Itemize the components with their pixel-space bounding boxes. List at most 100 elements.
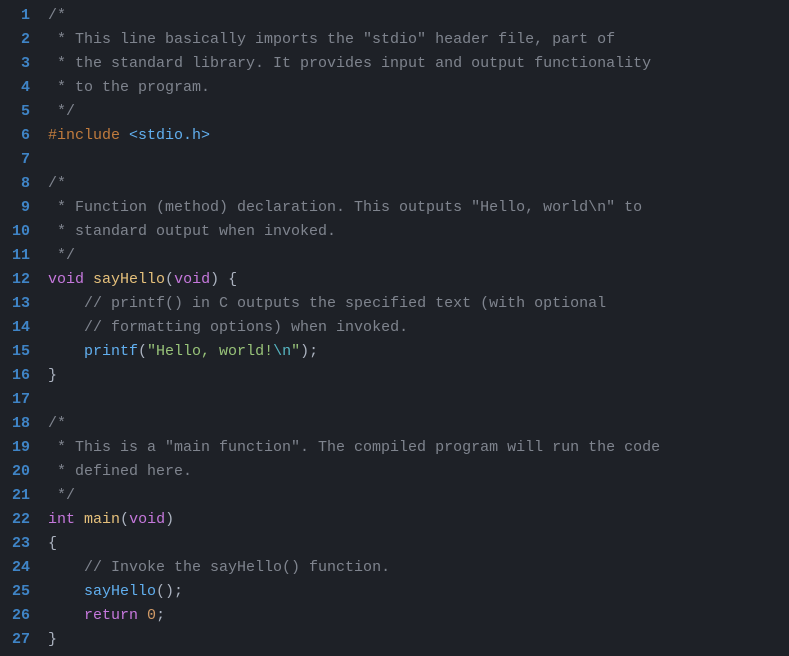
code-token: 0	[147, 607, 156, 624]
code-line[interactable]: // Invoke the sayHello() function.	[48, 556, 789, 580]
code-line[interactable]	[48, 388, 789, 412]
code-token: */	[48, 103, 75, 120]
line-number: 17	[0, 388, 40, 412]
code-area[interactable]: /* * This line basically imports the "st…	[40, 4, 789, 652]
line-number: 26	[0, 604, 40, 628]
code-line[interactable]	[48, 148, 789, 172]
code-line[interactable]: /*	[48, 4, 789, 28]
code-token: {	[48, 535, 57, 552]
code-token: */	[48, 487, 75, 504]
code-line[interactable]: * This line basically imports the "stdio…	[48, 28, 789, 52]
code-line[interactable]: * Function (method) declaration. This ou…	[48, 196, 789, 220]
line-number: 12	[0, 268, 40, 292]
line-number: 7	[0, 148, 40, 172]
code-token: main	[84, 511, 120, 528]
line-number: 13	[0, 292, 40, 316]
code-token: return	[84, 607, 138, 624]
code-token: ();	[156, 583, 183, 600]
code-token: // Invoke the sayHello() function.	[84, 559, 390, 576]
line-number: 14	[0, 316, 40, 340]
code-token	[48, 295, 84, 312]
code-token: }	[48, 367, 57, 384]
line-number: 3	[0, 52, 40, 76]
code-line[interactable]: */	[48, 244, 789, 268]
line-number: 1	[0, 4, 40, 28]
code-token: }	[48, 631, 57, 648]
line-number: 11	[0, 244, 40, 268]
line-number: 22	[0, 508, 40, 532]
line-number: 16	[0, 364, 40, 388]
code-token: * This is a "main function". The compile…	[48, 439, 660, 456]
code-token	[48, 559, 84, 576]
code-token	[48, 607, 84, 624]
code-line[interactable]: /*	[48, 412, 789, 436]
code-line[interactable]: * to the program.	[48, 76, 789, 100]
code-token: #include	[48, 127, 120, 144]
code-token: /*	[48, 415, 66, 432]
code-token: * the standard library. It provides inpu…	[48, 55, 651, 72]
line-number-gutter: 1234567891011121314151617181920212223242…	[0, 4, 40, 652]
line-number: 24	[0, 556, 40, 580]
code-token: // printf() in C outputs the specified t…	[84, 295, 606, 312]
code-line[interactable]: */	[48, 100, 789, 124]
code-token: /*	[48, 175, 66, 192]
code-line[interactable]: // formatting options) when invoked.	[48, 316, 789, 340]
code-line[interactable]: }	[48, 364, 789, 388]
code-line[interactable]: * defined here.	[48, 460, 789, 484]
code-line[interactable]: #include <stdio.h>	[48, 124, 789, 148]
code-token: (	[138, 343, 147, 360]
code-token: );	[300, 343, 318, 360]
code-token: "Hello, world!	[147, 343, 273, 360]
line-number: 6	[0, 124, 40, 148]
code-line[interactable]: * This is a "main function". The compile…	[48, 436, 789, 460]
code-token	[48, 583, 84, 600]
code-token: * This line basically imports the "stdio…	[48, 31, 615, 48]
code-token: sayHello	[93, 271, 165, 288]
code-line[interactable]: sayHello();	[48, 580, 789, 604]
code-token: void	[129, 511, 165, 528]
code-line[interactable]: {	[48, 532, 789, 556]
code-token: * Function (method) declaration. This ou…	[48, 199, 642, 216]
code-token: sayHello	[84, 583, 156, 600]
code-token: * to the program.	[48, 79, 210, 96]
code-line[interactable]: }	[48, 628, 789, 652]
line-number: 23	[0, 532, 40, 556]
code-token: void	[174, 271, 210, 288]
code-token	[48, 319, 84, 336]
code-line[interactable]: void sayHello(void) {	[48, 268, 789, 292]
code-token: <stdio.h>	[129, 127, 210, 144]
line-number: 27	[0, 628, 40, 652]
code-token: * standard output when invoked.	[48, 223, 336, 240]
line-number: 20	[0, 460, 40, 484]
code-token: ) {	[210, 271, 237, 288]
line-number: 8	[0, 172, 40, 196]
code-token: /*	[48, 7, 66, 24]
code-token: // formatting options) when invoked.	[84, 319, 408, 336]
line-number: 19	[0, 436, 40, 460]
code-token	[120, 127, 129, 144]
line-number: 18	[0, 412, 40, 436]
line-number: 2	[0, 28, 40, 52]
line-number: 25	[0, 580, 40, 604]
code-token: void	[48, 271, 84, 288]
code-line[interactable]: /*	[48, 172, 789, 196]
code-line[interactable]: * the standard library. It provides inpu…	[48, 52, 789, 76]
code-token: )	[165, 511, 174, 528]
code-token: printf	[84, 343, 138, 360]
code-editor: 1234567891011121314151617181920212223242…	[0, 0, 789, 656]
code-line[interactable]: */	[48, 484, 789, 508]
code-line[interactable]: int main(void)	[48, 508, 789, 532]
code-token: \n	[273, 343, 291, 360]
code-line[interactable]: return 0;	[48, 604, 789, 628]
line-number: 4	[0, 76, 40, 100]
code-line[interactable]: // printf() in C outputs the specified t…	[48, 292, 789, 316]
code-token	[48, 343, 84, 360]
code-line[interactable]: printf("Hello, world!\n");	[48, 340, 789, 364]
code-line[interactable]: * standard output when invoked.	[48, 220, 789, 244]
code-token: "	[291, 343, 300, 360]
code-token: (	[165, 271, 174, 288]
code-token: ;	[156, 607, 165, 624]
code-token: int	[48, 511, 75, 528]
code-token	[84, 271, 93, 288]
code-token: (	[120, 511, 129, 528]
